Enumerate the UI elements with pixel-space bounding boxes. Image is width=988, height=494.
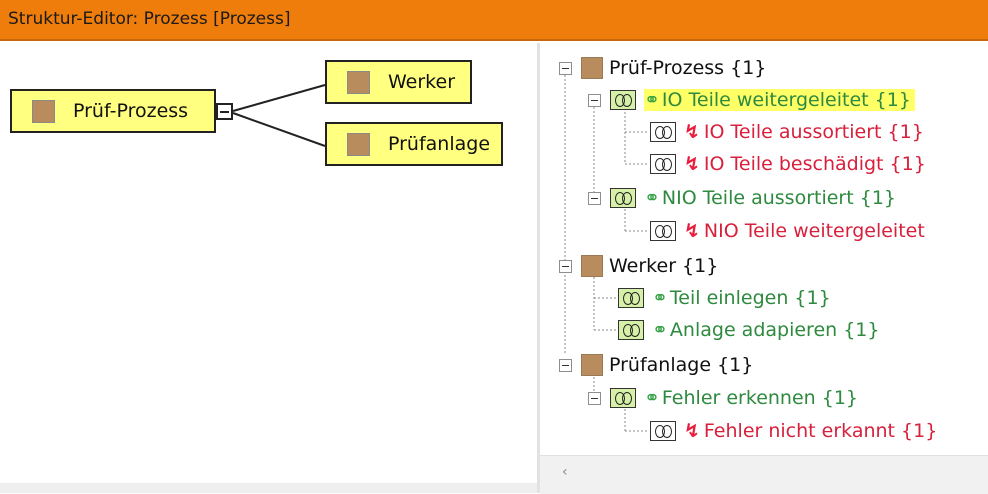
- function-icon: [618, 320, 644, 340]
- lightning-icon: ↯: [684, 153, 700, 175]
- tree-node-nio-teile-aussortiert[interactable]: ⚭ NIO Teile aussortiert {1}: [588, 184, 896, 212]
- lightning-icon: ↯: [684, 121, 700, 143]
- tree-label: Fehler nicht erkannt {1}: [703, 420, 938, 442]
- tree-node-pruef-prozess[interactable]: Prüf-Prozess {1}: [559, 54, 766, 82]
- tree-node-io-teile-beschaedigt[interactable]: ↯ IO Teile beschädigt {1}: [650, 150, 926, 178]
- diagram-node-pruefanlage[interactable]: Prüfanlage: [325, 122, 503, 166]
- tree-node-io-teile-weitergeleitet[interactable]: ⚭ IO Teile weitergeleitet {1}: [588, 86, 915, 114]
- function-icon: [618, 288, 644, 308]
- lightning-icon: ↯: [684, 220, 700, 242]
- tree-node-pruefanlage[interactable]: Prüfanlage {1}: [559, 351, 753, 379]
- link-icon: ⚭: [652, 287, 668, 309]
- diagram-node-werker[interactable]: Werker: [325, 60, 472, 104]
- connector-werker: [232, 84, 326, 112]
- tree-node-io-teile-aussortiert[interactable]: ↯ IO Teile aussortiert {1}: [650, 118, 924, 146]
- tree-label: IO Teile weitergeleitet {1}: [661, 89, 911, 111]
- function-icon: [650, 221, 676, 241]
- tree-node-fehler-nicht-erkannt[interactable]: ↯ Fehler nicht erkannt {1}: [650, 417, 937, 445]
- node-label: Prüf-Prozess: [73, 100, 189, 122]
- collapse-icon[interactable]: [588, 93, 601, 107]
- tree-node-fehler-erkennen[interactable]: ⚭ Fehler erkennen {1}: [588, 384, 858, 412]
- structure-diagram-pane[interactable]: Prüf-Prozess Werker Prüfanlage: [0, 43, 537, 483]
- tree-label: NIO Teile weitergeleitet: [703, 220, 925, 242]
- function-icon: [650, 421, 676, 441]
- tree-node-anlage-adapieren[interactable]: ⚭ Anlage adapieren {1}: [618, 316, 879, 344]
- link-icon: ⚭: [644, 187, 660, 209]
- function-icon: [610, 90, 636, 110]
- scroll-left-arrow-icon[interactable]: ‹: [562, 464, 568, 480]
- tree-label: Fehler erkennen {1}: [661, 387, 858, 409]
- node-label: Prüfanlage: [388, 133, 491, 155]
- structure-tree-pane[interactable]: Prüf-Prozess {1} ⚭ IO Teile weitergeleite…: [540, 43, 988, 493]
- link-icon: ⚭: [644, 89, 660, 111]
- function-icon: [610, 188, 636, 208]
- object-square-icon: [581, 255, 603, 277]
- tree-label: Teil einlegen {1}: [669, 287, 831, 309]
- function-icon: [610, 388, 636, 408]
- object-square-icon: [347, 70, 370, 94]
- connector-pruefanlage: [232, 112, 326, 147]
- tree-label: IO Teile beschädigt {1}: [703, 153, 926, 175]
- function-icon: [650, 154, 676, 174]
- tree-node-teil-einlegen[interactable]: ⚭ Teil einlegen {1}: [618, 284, 831, 312]
- diagram-node-root[interactable]: Prüf-Prozess: [10, 89, 216, 133]
- collapse-icon[interactable]: [559, 259, 572, 273]
- bottom-border: [0, 483, 537, 493]
- collapse-icon[interactable]: [559, 358, 572, 372]
- collapse-toggle-icon[interactable]: [216, 103, 233, 120]
- object-square-icon: [32, 99, 55, 123]
- object-square-icon: [581, 354, 603, 376]
- function-icon: [650, 122, 676, 142]
- horizontal-scrollbar[interactable]: ‹: [540, 455, 988, 494]
- tree-label: Anlage adapieren {1}: [669, 319, 880, 341]
- lightning-icon: ↯: [684, 420, 700, 442]
- tree-label: Werker {1}: [609, 255, 719, 277]
- tree-label: Prüfanlage {1}: [609, 354, 754, 376]
- tree-node-werker[interactable]: Werker {1}: [559, 252, 718, 280]
- window-title: Struktur-Editor: Prozess [Prozess]: [8, 9, 291, 29]
- link-icon: ⚭: [644, 387, 660, 409]
- node-label: Werker: [388, 71, 456, 93]
- object-square-icon: [347, 132, 370, 156]
- window-titlebar: Struktur-Editor: Prozess [Prozess]: [0, 0, 988, 41]
- tree-node-nio-teile-weitergeleitet[interactable]: ↯ NIO Teile weitergeleitet: [650, 217, 925, 245]
- link-icon: ⚭: [652, 319, 668, 341]
- tree-label: IO Teile aussortiert {1}: [703, 121, 924, 143]
- tree-label: Prüf-Prozess {1}: [609, 57, 767, 79]
- collapse-icon[interactable]: [559, 61, 572, 75]
- object-square-icon: [581, 57, 603, 79]
- collapse-icon[interactable]: [588, 391, 601, 405]
- tree-label: NIO Teile aussortiert {1}: [661, 187, 896, 209]
- collapse-icon[interactable]: [588, 191, 601, 205]
